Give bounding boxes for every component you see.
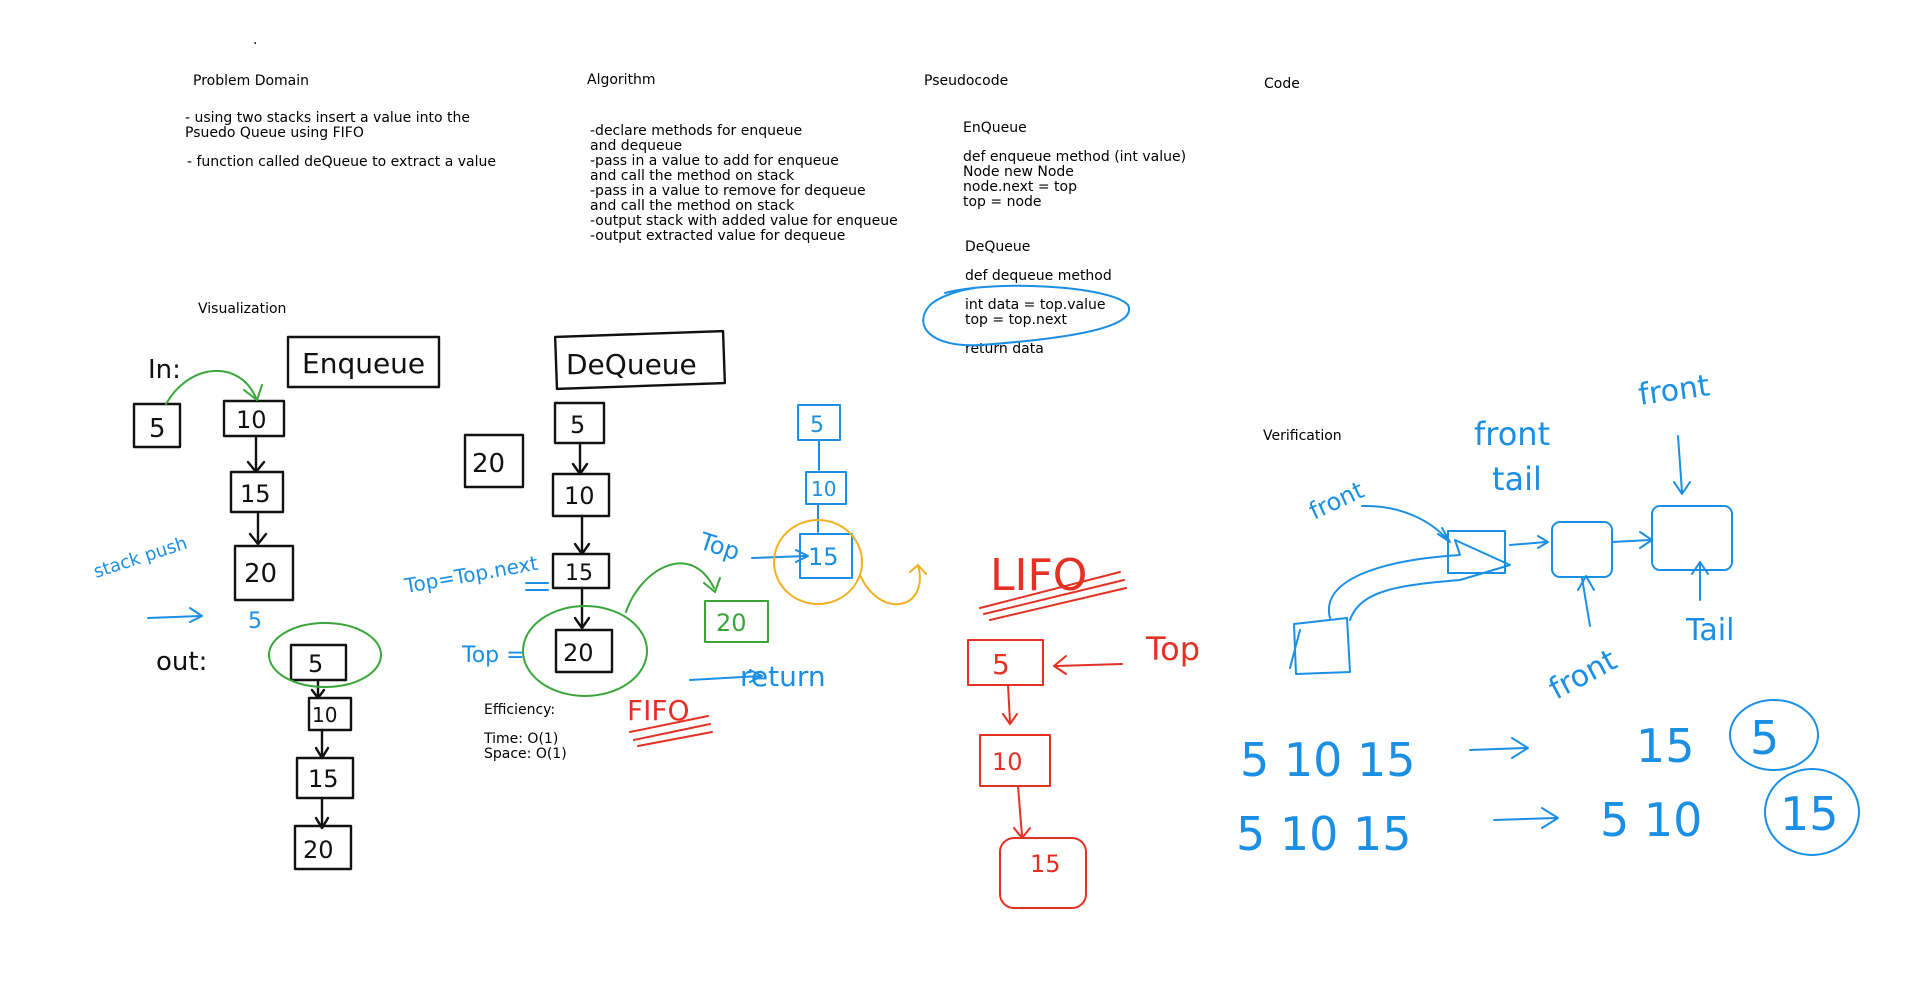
- red-value-5: 5: [992, 648, 1010, 681]
- seq-1-arrow: [1469, 737, 1529, 759]
- in-value-5: 5: [149, 414, 166, 444]
- out-label: out:: [156, 647, 207, 677]
- deq-pop-arrow: [625, 562, 715, 613]
- tail-arrow: [1691, 561, 1709, 601]
- seq-2-right: 5 10: [1600, 793, 1702, 847]
- verify-front-line: [1581, 577, 1591, 627]
- pseudo-lasso: [922, 284, 1131, 347]
- blue-value-10: 10: [811, 477, 836, 501]
- enqueue-title-text: Enqueue: [302, 347, 425, 380]
- deq-value-10: 10: [564, 482, 595, 510]
- deq-value-20: 20: [563, 639, 594, 667]
- deq-value-15: 15: [565, 561, 593, 586]
- front-label-1: front: [1305, 476, 1369, 526]
- deq-arrow-3: [573, 586, 591, 630]
- in-value-10: 10: [236, 406, 267, 434]
- seq-1-right: 15: [1636, 719, 1695, 773]
- red-arrow-1: [1002, 684, 1018, 725]
- stack-push-note: stack push: [91, 533, 190, 583]
- return-label: return: [740, 660, 826, 693]
- front-arrow-1: [1361, 504, 1451, 543]
- out-value-5: 5: [308, 650, 323, 678]
- verify-big-arrow: [1327, 539, 1511, 621]
- yellow-loop: [859, 564, 927, 606]
- verify-node-b: [1447, 530, 1506, 574]
- verify-front-arrowhead: [1577, 575, 1595, 591]
- dequeue-title-text: DeQueue: [566, 348, 697, 381]
- front-label-4: front: [1543, 643, 1623, 708]
- verify-arrow-c: [1611, 531, 1653, 549]
- red-value-15: 15: [1030, 850, 1061, 878]
- red-value-10: 10: [992, 748, 1023, 776]
- tail-label-1: tail: [1492, 460, 1542, 498]
- in-value-20: 20: [244, 559, 277, 589]
- front-arrow-3: [1673, 435, 1691, 495]
- in-value-15: 15: [240, 480, 271, 508]
- seq-1-circled: 5: [1750, 711, 1779, 765]
- in-label: In:: [148, 355, 181, 385]
- stack-push-arrow: [147, 607, 203, 623]
- top-label: Top: [695, 527, 743, 566]
- deq-value-5: 5: [570, 411, 585, 439]
- seq-2-left: 5 10 15: [1236, 807, 1412, 861]
- top-eq-sign: [525, 582, 549, 591]
- whiteboard-ink: In: Enqueue 5 10 15 20 out: 5 10 15 20 s…: [91, 284, 1860, 909]
- deq-arrow-2: [573, 514, 591, 556]
- front-label-2: front: [1474, 415, 1550, 453]
- red-arrow-2: [1013, 785, 1031, 839]
- verify-node-d: [1651, 505, 1733, 571]
- out-value-10: 10: [312, 703, 337, 727]
- in-arrow-2: [248, 510, 268, 546]
- seq-2-arrow: [1493, 807, 1559, 829]
- verify-node-a: [1293, 617, 1351, 675]
- blue-value-15: 15: [808, 543, 839, 571]
- stack-push-value: 5: [248, 609, 262, 634]
- popped-value: 20: [716, 609, 747, 637]
- seq-2-circled: 15: [1780, 787, 1839, 841]
- verify-arrow-b: [1509, 535, 1549, 549]
- out-arrow-2: [314, 728, 330, 760]
- front-label-3: front: [1636, 368, 1712, 413]
- verify-node-c: [1551, 521, 1613, 578]
- out-green-circle: [268, 622, 382, 688]
- blue-value-5: 5: [810, 413, 824, 438]
- deq-arrow-1: [571, 441, 589, 476]
- red-top-arrow: [1053, 655, 1123, 675]
- out-value-15: 15: [308, 765, 339, 793]
- in-arrow-1: [246, 434, 266, 474]
- top-eq-next-label: Top=Top.next: [402, 551, 540, 598]
- seq-1-left: 5 10 15: [1240, 733, 1416, 787]
- top-eq-label: Top =: [461, 643, 525, 668]
- out-arrow-3: [314, 796, 330, 830]
- deq-side-value: 20: [472, 449, 505, 479]
- out-value-20: 20: [303, 836, 334, 864]
- tail-label-2: Tail: [1685, 613, 1734, 648]
- out-arrow-1: [310, 678, 326, 700]
- red-top-label: Top: [1145, 630, 1200, 668]
